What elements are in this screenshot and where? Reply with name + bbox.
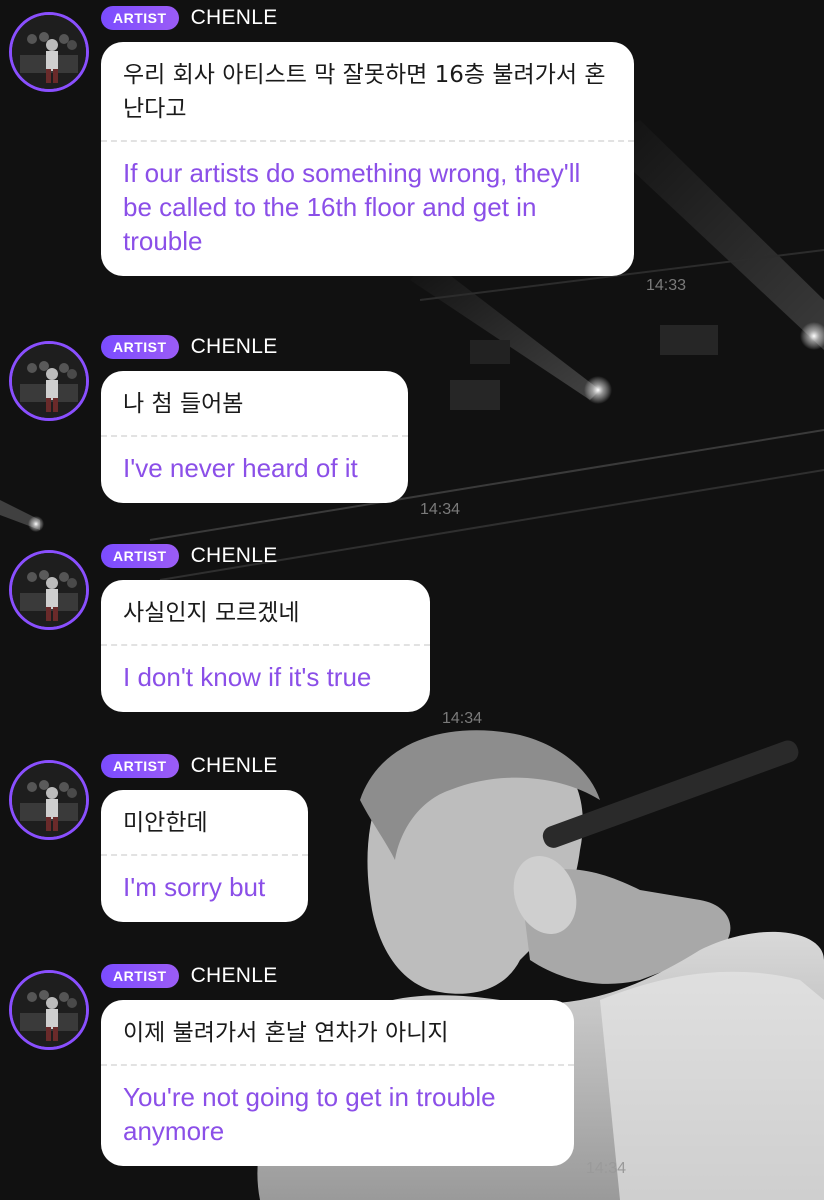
message-header: ARTIST CHENLE — [101, 754, 278, 778]
translation-divider — [101, 854, 308, 856]
original-text: 우리 회사 아티스트 막 잘못하면 16층 불려가서 혼난다고 — [123, 62, 606, 122]
message-timestamp: 14:33 — [646, 277, 687, 294]
translation-divider — [101, 1064, 574, 1066]
translated-text: If our artists do something wrong, they'… — [123, 158, 581, 256]
artist-avatar[interactable] — [9, 970, 89, 1050]
artist-badge: ARTIST — [101, 964, 179, 988]
translated-text: I'm sorry but — [123, 872, 266, 902]
message-bubble[interactable]: 나 첨 들어봄 I've never heard of it — [101, 371, 408, 503]
message-header: ARTIST CHENLE — [101, 964, 278, 988]
translation-divider — [101, 435, 408, 437]
artist-badge: ARTIST — [101, 544, 179, 568]
artist-avatar[interactable] — [9, 760, 89, 840]
artist-avatar[interactable] — [9, 12, 89, 92]
original-text: 사실인지 모르겠네 — [123, 600, 300, 626]
artist-avatar[interactable] — [9, 550, 89, 630]
artist-badge: ARTIST — [101, 6, 179, 30]
translated-text: You're not going to get in trouble anymo… — [123, 1082, 496, 1146]
artist-badge: ARTIST — [101, 335, 179, 359]
sender-name: CHENLE — [190, 335, 278, 358]
message-bubble[interactable]: 우리 회사 아티스트 막 잘못하면 16층 불려가서 혼난다고 If our a… — [101, 42, 634, 276]
sender-name: CHENLE — [190, 754, 278, 777]
message-bubble[interactable]: 미안한데 I'm sorry but — [101, 790, 308, 922]
message-timestamp: 14:34 — [420, 501, 461, 518]
translation-divider — [101, 644, 430, 646]
translated-text: I've never heard of it — [123, 453, 358, 483]
message-header: ARTIST CHENLE — [101, 6, 278, 30]
sender-name: CHENLE — [190, 6, 278, 29]
message-bubble[interactable]: 이제 불려가서 혼날 연차가 아니지 You're not going to g… — [101, 1000, 574, 1166]
message-bubble[interactable]: 사실인지 모르겠네 I don't know if it's true — [101, 580, 430, 712]
message-header: ARTIST CHENLE — [101, 335, 278, 359]
message-timestamp: 14:34 — [586, 1160, 627, 1177]
translated-text: I don't know if it's true — [123, 662, 372, 692]
sender-name: CHENLE — [190, 544, 278, 567]
artist-badge: ARTIST — [101, 754, 179, 778]
sender-name: CHENLE — [190, 964, 278, 987]
message-timestamp: 14:34 — [442, 710, 483, 727]
artist-avatar[interactable] — [9, 341, 89, 421]
original-text: 미안한데 — [123, 810, 208, 836]
message-header: ARTIST CHENLE — [101, 544, 278, 568]
original-text: 나 첨 들어봄 — [123, 391, 244, 417]
original-text: 이제 불려가서 혼날 연차가 아니지 — [123, 1020, 449, 1046]
translation-divider — [101, 140, 634, 142]
